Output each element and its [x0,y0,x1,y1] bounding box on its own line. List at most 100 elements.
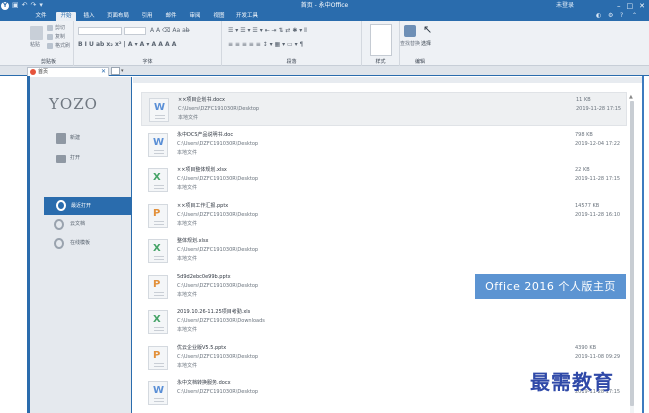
file-location: 本地文件 [177,362,198,369]
frame-right-border [642,76,644,413]
tab-insert[interactable]: 插入 [80,12,98,21]
home-tab-label: 首页 [38,69,49,75]
title-bar: Y ▣ ↶ ↷ ▾ 首页 - 永中Office 未登录 – □ ✕ [0,0,649,11]
select-button[interactable]: 选择 [421,41,431,47]
file-name[interactable]: ××项目工作汇报.pptx [177,203,228,210]
panel-top-strip [133,77,642,83]
file-location: 本地文件 [178,115,199,121]
file-size: 22 KB [575,167,590,173]
word-file-icon: W [148,132,168,157]
paste-button[interactable]: 粘贴 [30,42,40,48]
file-icon-line [154,291,164,293]
word-file-icon: W [149,98,169,122]
scroll-up-arrow-icon[interactable]: ▲ [629,95,633,100]
file-type-letter: X [153,314,161,325]
word-file-icon: W [148,381,168,405]
file-icon-line [154,188,164,189]
font-size-select[interactable] [124,27,146,35]
paste-icon[interactable] [30,26,43,40]
minimize-icon[interactable]: – [617,2,621,10]
cut-button[interactable]: 剪切 [55,25,65,31]
file-name[interactable]: ××项目企划书.docx [178,97,225,104]
folder-icon [56,155,66,163]
paragraph-group-label: 段落 [286,59,297,65]
file-type-letter: P [153,207,161,219]
find-replace-button[interactable]: 查找替换 [400,41,420,47]
font-size-buttons[interactable]: A A ⌫ Aa ab̶ [150,28,190,34]
tab-review[interactable]: 审阅 [186,12,204,21]
file-date: 2019-11-28 16:10 [575,211,621,218]
file-name[interactable]: 2019.10.26-11.25项目考勤.xls [177,309,250,316]
tab-file[interactable]: 文件 [30,12,52,21]
tab-home[interactable]: 开始 [56,12,76,21]
maximize-icon[interactable]: □ [627,2,634,10]
file-location: 本地文件 [177,291,198,298]
file-icon-line [154,330,164,331]
file-type-letter: W [153,136,165,148]
ribbon: 粘贴 剪切 复制 格式刷 剪贴板 A A ⌫ Aa ab̶ B I U ab x… [0,21,649,66]
cut-icon [47,25,53,31]
settings-icon[interactable]: ⚙ [608,11,613,21]
tab-list-dropdown-icon[interactable]: ▾ [121,66,124,76]
file-row[interactable]: X ××项目整体规划.xlsx C:\Users\DZFC191030R\Deskt… [141,163,627,197]
find-replace-icon[interactable] [404,25,416,37]
watermark-text: 最需教育 [530,370,614,394]
file-icon-line [154,259,164,260]
select-cursor-icon[interactable]: ↖ [423,24,432,36]
tab-home-page[interactable]: 首页 ✕ [27,67,109,76]
file-row[interactable]: W 永中DCS产品说明书.doc C:\Users\DZFC191030R\Desk… [141,128,627,162]
menu-bar: 文件 开始 插入 页面布局 引用 邮件 审阅 视图 开发工具 ◐ ⚙ ? ⌃ [0,11,649,21]
tab-developer[interactable]: 开发工具 [233,12,261,21]
file-row[interactable]: P ××项目工作汇报.pptx C:\Users\DZFC191030R\Deskt… [141,199,627,233]
file-name[interactable]: 5d9d2ebc0e99b.pptx [177,274,231,281]
skin-icon[interactable]: ◐ [596,11,601,21]
file-path: C:\Users\DZFC191030R\Desktop [177,211,259,218]
tab-view[interactable]: 视图 [210,12,228,21]
sidebar-item-templates[interactable]: 在线模板 [42,237,132,250]
scrollbar-thumb[interactable] [630,101,634,406]
collapse-ribbon-icon[interactable]: ⌃ [632,11,637,21]
file-name[interactable]: ××项目整体规划.xlsx [177,167,227,174]
file-path: C:\Users\DZFC191030R\Desktop [177,353,259,360]
file-name[interactable]: 优云企业版V5.5.pptx [177,345,226,352]
file-name[interactable]: 永中文档转换服务.docx [177,380,231,387]
file-name[interactable]: 永中DCS产品说明书.doc [177,132,233,139]
tab-references[interactable]: 引用 [138,12,156,21]
sidebar-item-label: 云文档 [70,221,86,227]
file-row[interactable]: X 整体规划.xlsx C:\Users\DZFC191030R\Desktop 本地… [141,234,627,268]
close-icon[interactable]: ✕ [639,2,645,10]
align-buttons[interactable]: ≡ ≡ ≡ ≡ ≡ ↕ ▾ ▦ ▾ ▭ ▾ ¶ [228,42,303,48]
file-row[interactable]: X 2019.10.26-11.25项目考勤.xls C:\Users\DZFC19… [141,305,627,339]
sidebar-item-recent[interactable]: 最近打开 [44,197,132,215]
list-buttons[interactable]: ☰ ▾ ☰ ▾ ☰ ▾ ⇤ ⇥ ⇅ ⇄ ✱ ▾ ⫴ [228,28,307,34]
font-name-select[interactable] [78,27,122,35]
tab-page-layout[interactable]: 页面布局 [104,12,132,21]
sidebar-item-new[interactable]: 新建 [42,132,132,145]
sidebar-item-cloud[interactable]: 云文档 [42,218,132,231]
style-group: 样式 [362,21,400,66]
tab-mailings[interactable]: 邮件 [162,12,180,21]
file-type-letter: X [153,172,161,183]
font-style-buttons[interactable]: B I U ab x₂ x² | A ▾ A ▾ A A A A [78,42,176,48]
file-type-letter: P [153,349,161,361]
style-gallery[interactable] [370,24,392,56]
help-icon[interactable]: ? [620,11,623,21]
close-tab-icon[interactable]: ✕ [101,68,106,76]
file-icon-line [154,401,164,402]
clipboard-group: 粘贴 剪切 复制 格式刷 剪贴板 [24,21,74,66]
file-icon-line [154,220,164,222]
sidebar-item-label: 打开 [70,155,81,161]
sidebar-item-open[interactable]: 打开 [42,152,132,165]
login-status[interactable]: 未登录 [556,1,574,10]
file-name[interactable]: 整体规划.xlsx [177,238,209,245]
powerpoint-file-icon: P [148,274,168,299]
new-tab-button[interactable] [111,67,120,75]
format-painter-button[interactable]: 格式刷 [55,43,70,49]
excel-file-icon: X [148,239,168,263]
cloud-icon [54,219,64,230]
file-row[interactable]: W ××项目企划书.docx C:\Users\DZFC191030R\Deskto… [141,92,627,126]
vertical-scrollbar[interactable] [630,101,634,413]
file-type-letter: W [154,102,166,113]
copy-button[interactable]: 复制 [55,34,65,40]
file-location: 本地文件 [177,256,198,262]
